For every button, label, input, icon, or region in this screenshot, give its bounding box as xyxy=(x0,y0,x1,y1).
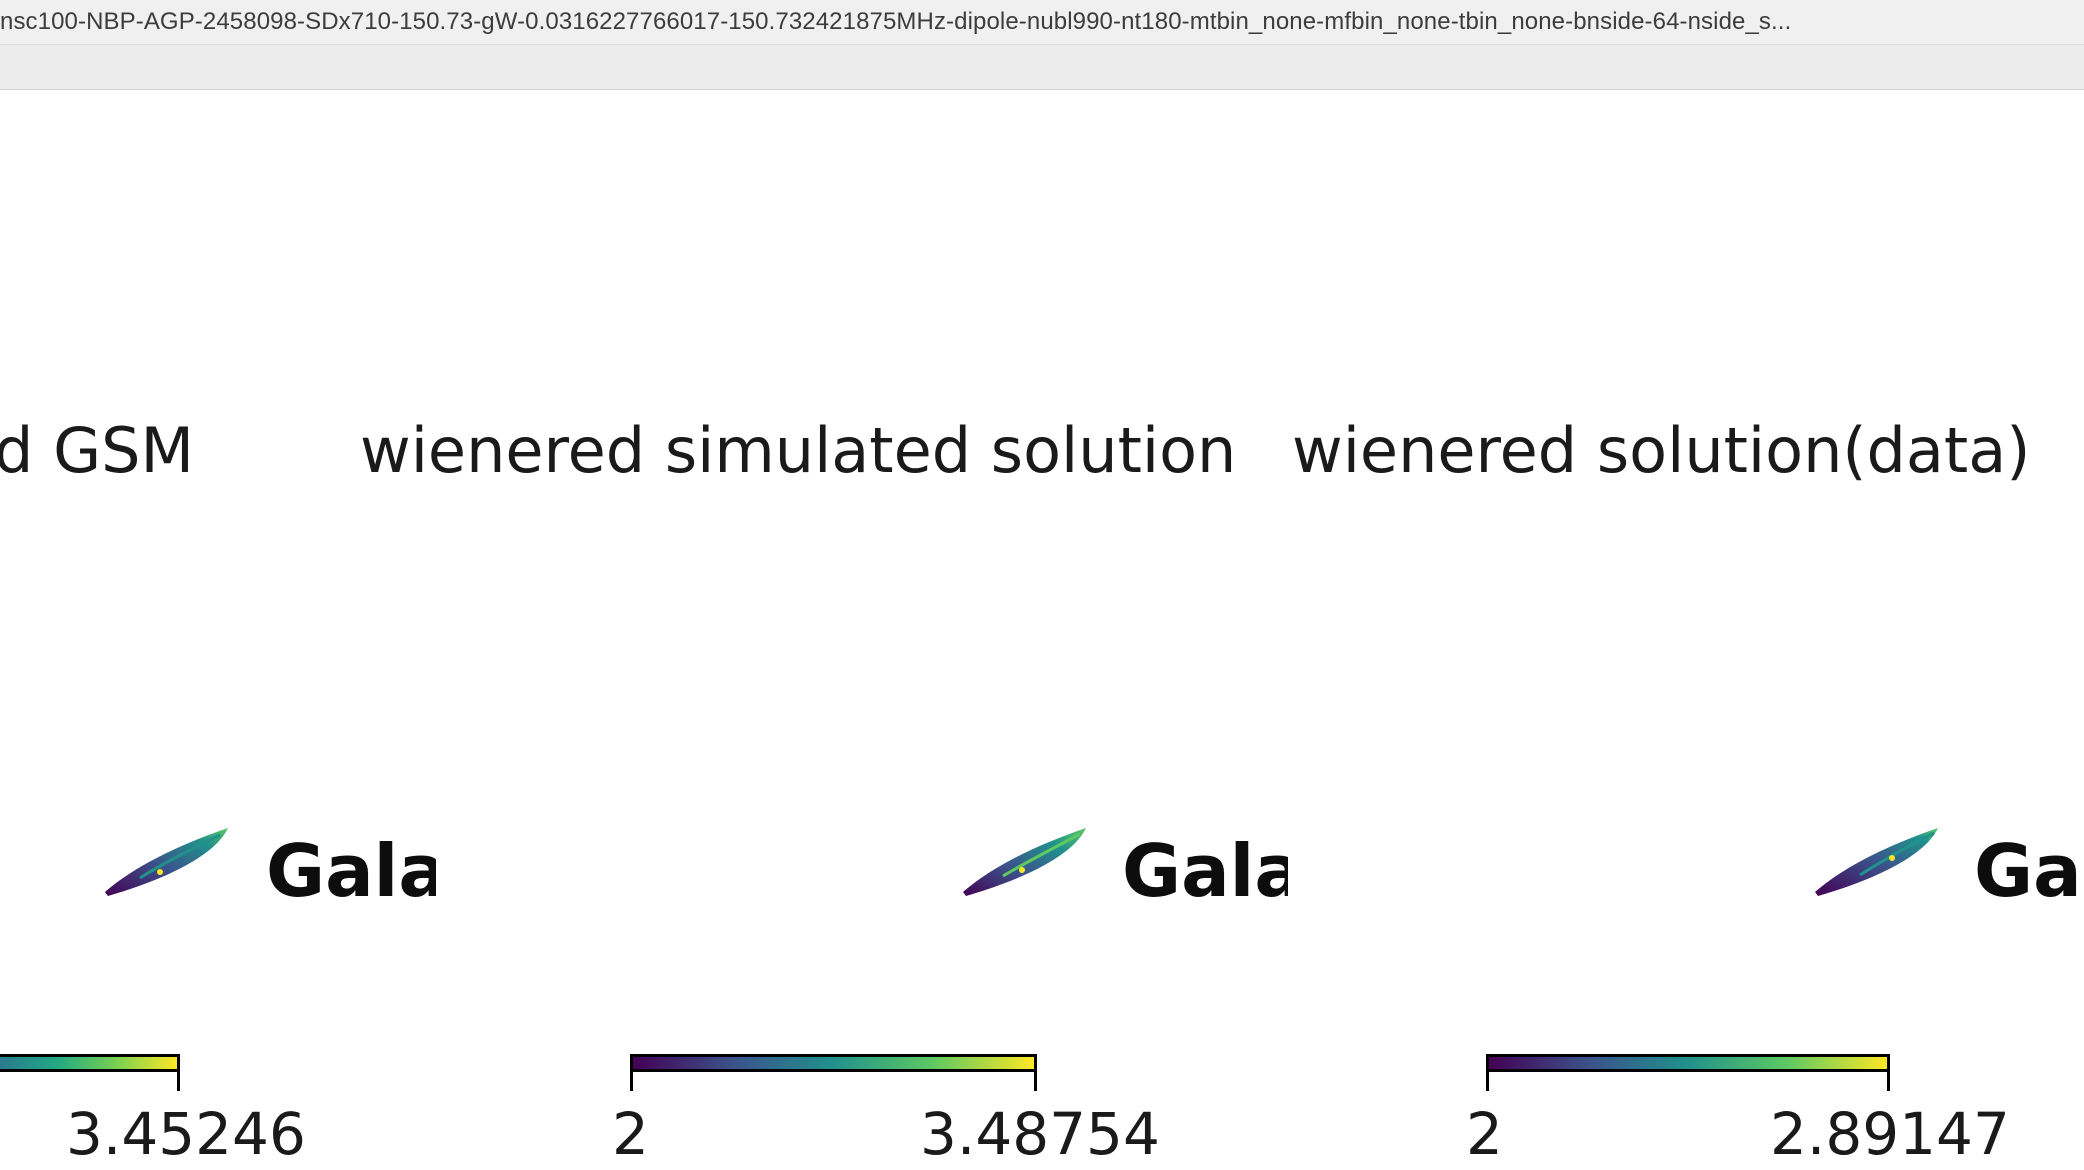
colorbar-max-tick xyxy=(1887,1069,1890,1091)
panel-title-gsm: d GSM xyxy=(0,414,194,487)
window-title: nsc100-NBP-AGP-2458098-SDx710-150.73-gW-… xyxy=(0,8,1792,35)
projection-label: Ga xyxy=(1974,835,2082,907)
colorbar xyxy=(1486,1054,1890,1072)
colorbar xyxy=(0,1054,180,1072)
colorbar-max-label: 3.45246 xyxy=(66,1100,306,1168)
panel-title-simulated: wienered simulated solution xyxy=(360,414,1237,487)
colorbar-max-label: 2.89147 xyxy=(1770,1100,2010,1168)
figure-canvas: d GSM wienered simulated solution wiener… xyxy=(0,90,2084,1170)
window-toolbar xyxy=(0,45,2084,90)
projection-label: Gala xyxy=(266,835,436,907)
galaxy-map-icon xyxy=(963,828,1086,896)
galaxy-map-icon xyxy=(105,828,228,896)
window-titlebar: nsc100-NBP-AGP-2458098-SDx710-150.73-gW-… xyxy=(0,0,2084,45)
colorbar-min-tick xyxy=(630,1069,633,1091)
panel-title-data: wienered solution(data) xyxy=(1292,414,2031,487)
colorbar-min-label: 2 xyxy=(1466,1100,1503,1168)
projection-label: Gala xyxy=(1122,835,1288,907)
colorbar-min-tick xyxy=(1486,1069,1489,1091)
colorbar-max-tick xyxy=(1034,1069,1037,1091)
colorbar-max-tick xyxy=(177,1069,180,1091)
colorbar-min-label: 2 xyxy=(612,1100,649,1168)
colorbar xyxy=(630,1054,1037,1072)
galaxy-map-icon xyxy=(1815,828,1938,896)
colorbar-max-label: 3.48754 xyxy=(920,1100,1160,1168)
